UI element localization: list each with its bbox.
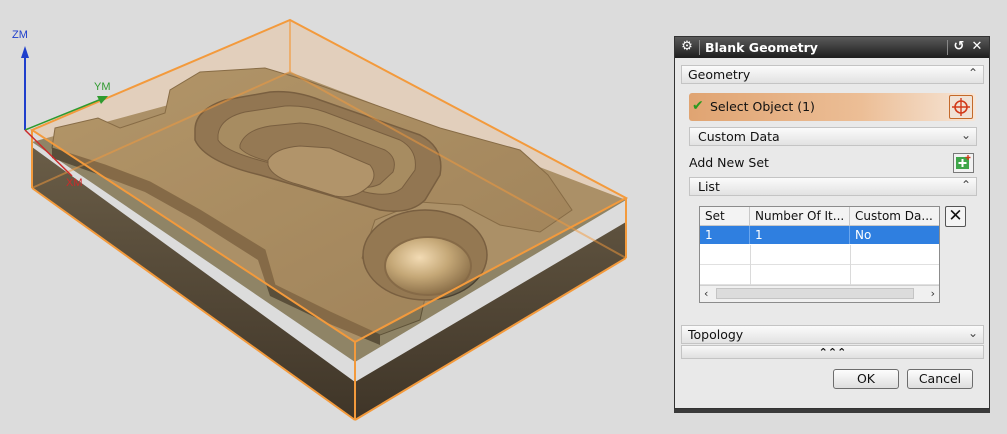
crosshair-icon [952,98,970,116]
custom-data-section-header[interactable]: Custom Data ⌄ [689,127,977,146]
cell-set: 1 [700,226,750,244]
geometry-section-label: Geometry [688,67,751,82]
cancel-button[interactable]: Cancel [907,369,973,389]
set-list-table[interactable]: Set Number Of It... Custom Da... 1 1 No … [699,206,940,303]
delete-set-button[interactable]: ✕ [945,206,966,227]
select-object-row[interactable]: ✔ Select Object (1) [689,93,976,121]
graphics-viewport[interactable]: ZM YM XM [0,0,670,434]
select-object-label: Select Object (1) [710,99,815,114]
column-divider [850,245,851,285]
part-model[interactable]: ZM YM XM [0,0,670,434]
axis-label-ym: YM [94,81,111,93]
topology-section-header[interactable]: Topology ⌄ [681,325,984,344]
more-options-toggle[interactable]: ⌃⌃⌃ [681,345,984,359]
cell-number: 1 [750,226,850,244]
table-row[interactable]: 1 1 No [700,226,939,244]
blank-geometry-dialog: ⚙ Blank Geometry ↺ ✕ Geometry ⌃ ✔ Select… [674,36,990,409]
reset-icon[interactable]: ↺ [951,39,967,55]
add-new-set-label: Add New Set [689,155,769,170]
dialog-titlebar[interactable]: ⚙ Blank Geometry ↺ ✕ [675,37,989,58]
topology-section-label: Topology [688,327,744,342]
checkmark-icon: ✔ [692,98,704,114]
column-header-number[interactable]: Number Of It... [750,207,850,225]
gear-icon[interactable]: ⚙ [679,39,695,55]
scrollbar-thumb[interactable] [716,288,914,299]
delete-icon: ✕ [948,206,963,226]
close-icon[interactable]: ✕ [969,39,985,55]
cell-custom-data: No [855,228,872,242]
column-divider [750,245,751,285]
add-new-set-button[interactable] [953,153,974,173]
row-divider [700,264,939,265]
column-header-set[interactable]: Set [700,207,750,225]
select-object-button[interactable] [949,95,973,119]
list-section-header[interactable]: List ⌃ [689,177,977,196]
chevron-up-icon: ⌃ [960,178,971,192]
dialog-title: Blank Geometry [705,40,818,55]
add-set-icon [956,155,971,169]
chevron-down-icon: ⌄ [960,128,971,142]
custom-data-label: Custom Data [698,129,780,144]
chevron-down-icon: ⌄ [967,326,978,340]
axis-label-xm: XM [66,177,83,189]
list-section-label: List [698,179,720,194]
scroll-left-icon[interactable]: ‹ [704,286,708,302]
titlebar-divider [947,40,948,55]
column-header-custom-data[interactable]: Custom Da... [850,207,939,225]
chevron-up-icon: ⌃ [967,66,978,80]
horizontal-scrollbar[interactable]: ‹ › [700,285,939,302]
axis-label-zm: ZM [12,29,28,41]
table-header: Set Number Of It... Custom Da... [700,207,939,226]
expand-more-icon: ⌃⌃⌃ [818,346,847,359]
geometry-section-header[interactable]: Geometry ⌃ [681,65,984,84]
titlebar-divider [699,40,700,55]
ok-button[interactable]: OK [833,369,899,389]
scroll-right-icon[interactable]: › [931,286,935,302]
